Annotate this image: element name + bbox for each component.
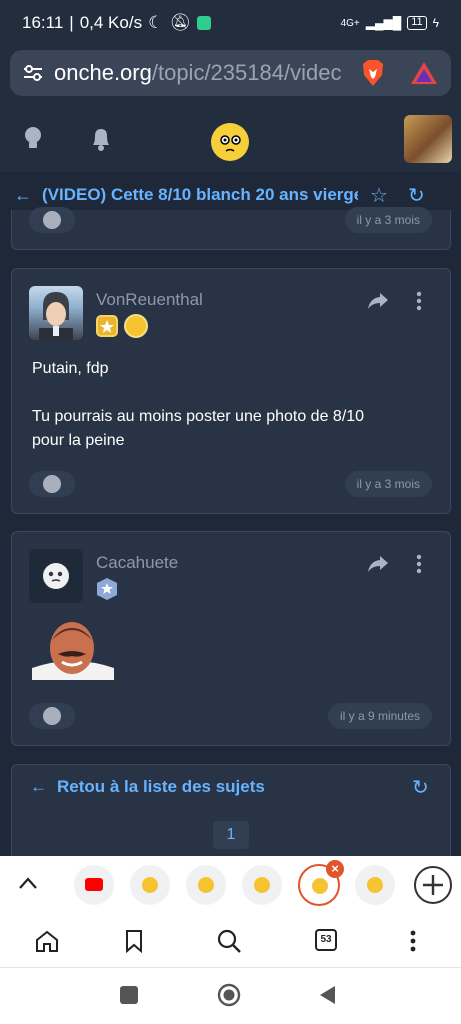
home-button[interactable] <box>217 983 241 1007</box>
share-icon[interactable] <box>367 292 389 310</box>
browser-nav-bar: 53 <box>0 914 461 968</box>
topic-footer: ← Retou à la liste des sujets ↻ 1 <box>11 764 451 864</box>
signal-label: 4G+ <box>340 17 360 29</box>
tab-onche[interactable] <box>355 865 395 905</box>
page-number-button[interactable]: 1 <box>213 821 249 849</box>
anime-character-icon <box>39 292 73 340</box>
refresh-icon[interactable]: ↻ <box>408 183 425 208</box>
brave-shield-icon[interactable] <box>360 59 386 87</box>
tab-onche[interactable] <box>130 865 170 905</box>
home-icon[interactable] <box>35 930 59 952</box>
tab-youtube[interactable] <box>74 865 114 905</box>
post-card: VonReuenthal Putain, fdp Tu pourrais au … <box>11 268 451 514</box>
silver-star-badge <box>97 578 117 600</box>
gold-star-badge <box>96 315 118 337</box>
reaction-button[interactable] <box>29 471 75 497</box>
tab-count-button[interactable]: 53 <box>315 929 337 951</box>
smiley-icon <box>43 475 61 493</box>
onche-icon <box>367 877 383 893</box>
smiley-logo-icon <box>220 135 241 152</box>
onche-icon <box>254 877 270 893</box>
charging-icon: ϟ <box>432 16 439 30</box>
back-arrow-icon[interactable]: ← <box>14 185 32 206</box>
onche-icon <box>142 877 158 893</box>
star-icon[interactable]: ☆ <box>370 183 388 208</box>
refresh-icon[interactable]: ↻ <box>412 775 429 800</box>
site-logo[interactable] <box>211 123 249 161</box>
status-bar: 16:11 | 0,4 Ko/s ☾ 🔕︎ 4G+ ▂▄▆█ 11 ϟ <box>0 0 461 46</box>
site-settings-icon[interactable] <box>22 62 44 84</box>
reaction-button[interactable] <box>29 703 75 729</box>
post-avatar[interactable] <box>29 549 83 603</box>
tab-onche[interactable] <box>242 865 282 905</box>
smiley-icon <box>43 707 61 725</box>
new-tab-icon[interactable] <box>413 865 453 905</box>
moon-icon: ☾ <box>148 13 164 32</box>
signal-icon: ▂▄▆█ <box>365 16 402 30</box>
vpn-icon <box>196 16 211 30</box>
close-tab-icon[interactable]: × <box>326 860 344 878</box>
post-username[interactable]: Cacahuete <box>96 553 178 573</box>
bell-icon[interactable] <box>90 126 112 152</box>
brave-rewards-icon[interactable] <box>410 60 438 86</box>
site-header <box>0 106 461 172</box>
more-options-icon[interactable] <box>416 291 422 311</box>
system-nav-bar <box>0 968 461 1024</box>
mute-icon: 🔕︎ <box>169 13 191 32</box>
back-button[interactable] <box>318 985 336 1005</box>
reaction-button[interactable] <box>29 207 75 233</box>
post-time: il y a 3 mois <box>344 471 432 497</box>
lightbulb-icon[interactable] <box>23 126 43 152</box>
url-text[interactable]: onche.org/topic/235184/videc <box>54 60 350 86</box>
topic-title: (VIDEO) Cette 8/10 blanch 20 ans vierge <box>42 185 358 204</box>
user-avatar[interactable] <box>404 115 452 163</box>
bookmark-icon[interactable] <box>125 929 143 953</box>
laughing-man-sticker <box>32 618 114 680</box>
onche-icon <box>198 877 214 893</box>
post-avatar[interactable] <box>29 286 83 340</box>
chevron-up-icon[interactable] <box>18 876 38 890</box>
battery-icon: 11 <box>407 16 427 30</box>
white-smiley-icon <box>43 563 69 589</box>
search-icon[interactable] <box>216 928 242 954</box>
back-to-topics-link[interactable]: ← Retou à la liste des sujets <box>30 777 265 797</box>
recents-button[interactable] <box>120 986 138 1004</box>
post-time: il y a 3 mois <box>344 207 432 233</box>
post-time: il y a 9 minutes <box>327 703 432 729</box>
tab-strip <box>0 856 461 914</box>
network-speed: 0,4 Ko/s <box>79 13 143 32</box>
tab-onche[interactable] <box>186 865 226 905</box>
browser-toolbar: onche.org/topic/235184/videc <box>0 46 461 106</box>
previous-post: il y a 3 mois <box>11 207 451 250</box>
clock: 16:11 <box>22 13 64 32</box>
smiley-badge <box>124 314 148 338</box>
back-arrow-icon: ← <box>30 777 47 796</box>
onche-icon <box>312 878 328 894</box>
youtube-icon <box>85 878 103 891</box>
menu-dots-icon[interactable] <box>410 930 416 952</box>
more-options-icon[interactable] <box>416 554 422 574</box>
share-icon[interactable] <box>367 555 389 573</box>
post-card: Cacahuete il y a 9 minutes <box>11 531 451 746</box>
address-bar[interactable]: onche.org/topic/235184/videc <box>10 50 451 96</box>
post-username[interactable]: VonReuenthal <box>96 290 203 310</box>
post-body: Putain, fdp Tu pourrais au moins poster … <box>32 360 365 449</box>
smiley-icon <box>43 211 61 229</box>
